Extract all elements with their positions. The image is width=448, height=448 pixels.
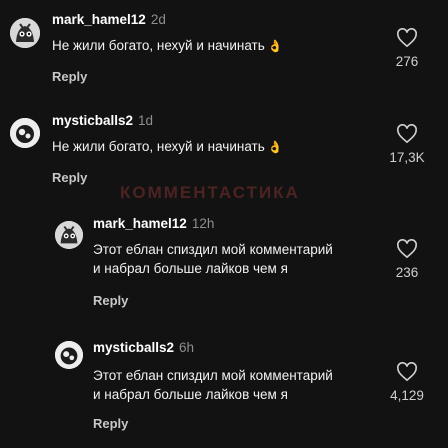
comment-text: Не жили богато, нехуй и начинать 👌	[52, 137, 283, 157]
timestamp: 12h	[191, 216, 215, 231]
watermark: КОММЕНТАСТИКА	[120, 183, 300, 202]
username[interactable]: mark_hamel12	[93, 216, 187, 231]
timestamp: 6h	[179, 340, 195, 355]
reply-button[interactable]: Reply	[52, 170, 87, 185]
comment-header: mark_hamel12 12h	[93, 216, 214, 231]
comment-header: mysticballs2 1d	[52, 113, 153, 128]
heart-icon[interactable]	[396, 362, 418, 382]
ball-icon	[10, 118, 40, 148]
ok-hand-emoji: 👌	[267, 140, 283, 154]
timestamp: 2d	[150, 12, 166, 27]
comment-text-line: и набрал больше лайков чем я	[93, 387, 288, 402]
heart-icon[interactable]	[396, 239, 418, 259]
timestamp: 1d	[138, 113, 154, 128]
username[interactable]: mysticballs2	[52, 113, 133, 128]
comment-text-line: Этот еблан спиздил мой комментарий	[93, 242, 333, 257]
like-count: 17,3K	[389, 150, 425, 165]
like-control: 17,3K	[377, 124, 437, 165]
user-avatar[interactable]	[55, 341, 83, 369]
like-control: 4,129	[377, 362, 437, 403]
cartoon-character-icon	[55, 221, 83, 249]
ball-icon	[55, 341, 83, 369]
user-avatar[interactable]	[55, 221, 83, 249]
like-control: 236	[377, 239, 437, 280]
cartoon-character-icon	[10, 18, 40, 48]
comment-text: Этот еблан спиздил мой комментарий и наб…	[93, 240, 333, 278]
ok-hand-emoji: 👌	[267, 39, 283, 53]
like-count: 276	[395, 54, 419, 69]
comment-text-line: и набрал больше лайков чем я	[93, 261, 288, 276]
comment-text: Не жили богато, нехуй и начинать 👌	[52, 36, 283, 56]
user-avatar[interactable]	[10, 118, 40, 148]
like-count: 236	[395, 265, 419, 280]
comment-text-line: Не жили богато, нехуй и начинать	[52, 139, 265, 154]
comment-header: mark_hamel12 2d	[52, 12, 166, 27]
user-avatar[interactable]	[10, 18, 40, 48]
comment-text: Этот еблан спиздил мой комментарий и наб…	[93, 366, 333, 404]
reply-button[interactable]: Reply	[93, 416, 128, 431]
heart-icon[interactable]	[396, 124, 418, 144]
like-count: 4,129	[390, 388, 424, 403]
reply-button[interactable]: Reply	[93, 293, 128, 308]
heart-icon[interactable]	[396, 28, 418, 48]
username[interactable]: mysticballs2	[93, 340, 174, 355]
comment-text-line: Не жили богато, нехуй и начинать	[52, 38, 265, 53]
reply-button[interactable]: Reply	[52, 69, 87, 84]
username[interactable]: mark_hamel12	[52, 12, 146, 27]
like-control: 276	[377, 28, 437, 69]
comment-text-line: Этот еблан спиздил мой комментарий	[93, 368, 333, 383]
comment-header: mysticballs2 6h	[93, 340, 194, 355]
